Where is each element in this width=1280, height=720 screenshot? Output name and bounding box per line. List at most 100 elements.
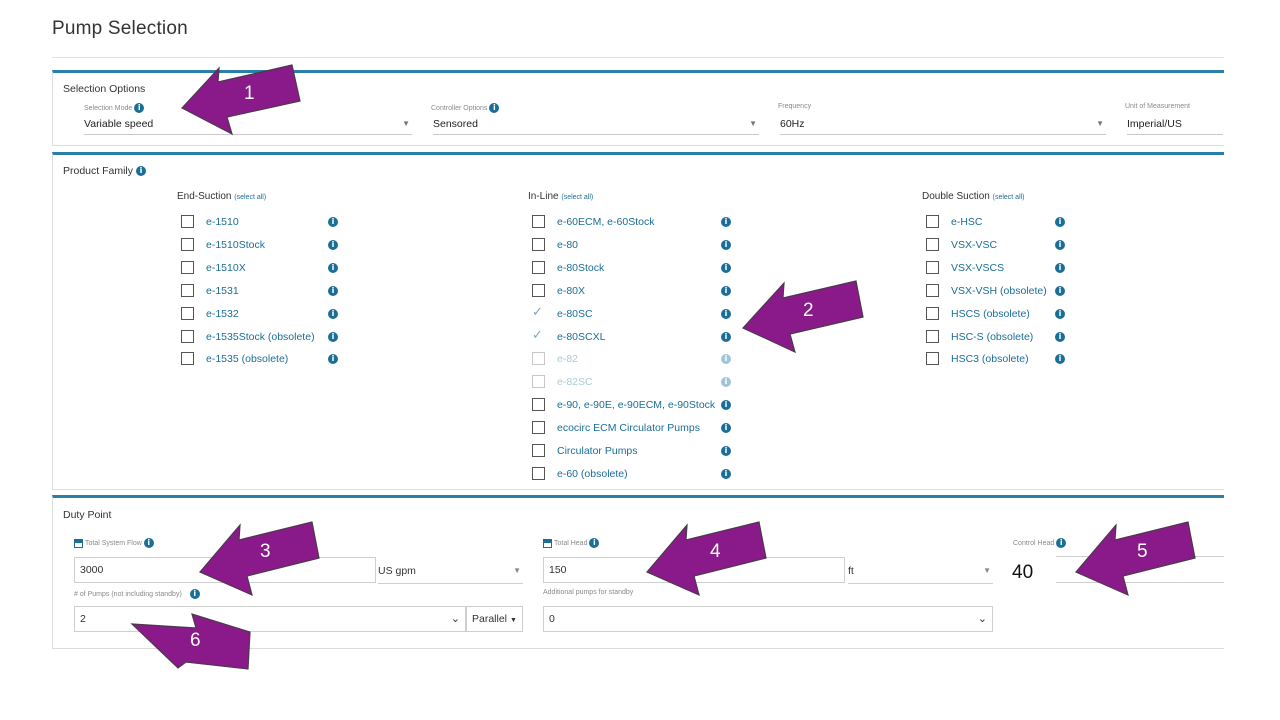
arrangement-select[interactable]: Parallel ▼: [466, 606, 523, 632]
standby-pumps-select[interactable]: 0 ⌄: [543, 606, 993, 632]
checkbox[interactable]: [181, 215, 194, 228]
calculator-icon[interactable]: [74, 538, 83, 548]
calculator-icon[interactable]: [543, 538, 552, 548]
checkmark-icon[interactable]: ✓: [532, 327, 546, 342]
product-option[interactable]: e-1535Stock (obsolete) i: [181, 329, 342, 345]
info-icon[interactable]: i: [721, 354, 731, 365]
product-option[interactable]: e-1531 i: [181, 283, 342, 299]
info-icon[interactable]: i: [1055, 217, 1065, 227]
product-option[interactable]: HSC3 (obsolete) i: [926, 351, 1069, 367]
checkbox[interactable]: [532, 398, 545, 412]
checkbox[interactable]: [181, 237, 194, 251]
page-title: Pump Selection: [52, 18, 188, 39]
checkbox[interactable]: [926, 329, 939, 343]
checkbox[interactable]: [926, 260, 939, 274]
checkbox[interactable]: [926, 215, 939, 228]
chevron-down-icon: ⌄: [977, 613, 987, 625]
product-option[interactable]: HSCS (obsolete) i: [926, 306, 1069, 322]
checkbox[interactable]: [926, 352, 939, 366]
info-icon[interactable]: i: [1056, 538, 1067, 548]
product-option-label: HSCS (obsolete): [951, 307, 1030, 320]
info-icon[interactable]: i: [1055, 308, 1065, 319]
info-icon[interactable]: i: [589, 538, 600, 548]
product-option[interactable]: e-1532 i: [181, 306, 342, 322]
checkbox[interactable]: [926, 283, 939, 297]
product-option[interactable]: Circulator Pumps i: [532, 443, 735, 459]
info-icon[interactable]: i: [721, 400, 731, 411]
end-suction-select-all-link[interactable]: (select all): [234, 194, 266, 201]
checkbox[interactable]: [926, 306, 939, 320]
info-icon[interactable]: i: [1055, 354, 1065, 365]
product-option[interactable]: e-HSC i: [926, 214, 1069, 230]
product-option[interactable]: VSX-VSCS i: [926, 260, 1069, 276]
product-option[interactable]: HSC-S (obsolete) i: [926, 329, 1069, 345]
product-option-label: e-80SC: [557, 307, 593, 320]
product-option-label: e-1535 (obsolete): [206, 353, 289, 366]
info-icon[interactable]: i: [135, 166, 146, 177]
info-icon[interactable]: i: [721, 331, 731, 342]
info-icon[interactable]: i: [1055, 331, 1065, 342]
checkbox[interactable]: [532, 421, 545, 435]
flow-unit-select[interactable]: US gpm ▼: [378, 558, 523, 584]
info-icon[interactable]: i: [328, 262, 338, 273]
product-option[interactable]: e-80Stock i: [532, 260, 735, 276]
info-icon[interactable]: i: [1055, 285, 1065, 296]
info-icon[interactable]: i: [721, 239, 731, 250]
info-icon[interactable]: i: [143, 538, 154, 548]
controller-options-label: Controller Options i: [431, 103, 500, 113]
checkbox[interactable]: [532, 466, 545, 480]
info-icon[interactable]: i: [721, 262, 731, 273]
info-icon[interactable]: i: [1055, 262, 1065, 273]
checkbox[interactable]: [532, 260, 545, 274]
product-option[interactable]: e-90, e-90E, e-90ECM, e-90Stock i: [532, 397, 735, 413]
info-icon[interactable]: i: [328, 285, 338, 296]
checkbox[interactable]: [181, 352, 194, 366]
info-icon[interactable]: i: [328, 239, 338, 250]
product-option[interactable]: e-60 (obsolete) i: [532, 466, 735, 482]
info-icon[interactable]: i: [721, 217, 731, 227]
info-icon[interactable]: i: [1055, 239, 1065, 250]
info-icon[interactable]: i: [328, 217, 338, 227]
checkbox[interactable]: [181, 329, 194, 343]
checkbox[interactable]: [181, 260, 194, 274]
product-option-label: VSX-VSH (obsolete): [951, 284, 1047, 297]
info-icon[interactable]: i: [134, 103, 145, 113]
annotation-label-5: 5: [1137, 541, 1148, 562]
product-option[interactable]: e-80 i: [532, 237, 735, 253]
product-option[interactable]: e-1510 i: [181, 214, 342, 230]
product-option[interactable]: ecocirc ECM Circulator Pumps i: [532, 420, 735, 436]
info-icon[interactable]: i: [721, 285, 731, 296]
checkbox[interactable]: [926, 237, 939, 251]
double-suction-select-all-link[interactable]: (select all): [993, 194, 1025, 201]
product-option[interactable]: VSX-VSH (obsolete) i: [926, 283, 1069, 299]
checkbox[interactable]: [532, 237, 545, 251]
frequency-select[interactable]: 60Hz ▼: [780, 115, 1106, 135]
product-option[interactable]: e-80X i: [532, 283, 735, 299]
product-option[interactable]: e-1535 (obsolete) i: [181, 351, 342, 367]
info-icon[interactable]: i: [721, 308, 731, 319]
controller-options-select[interactable]: Sensored ▼: [433, 115, 759, 135]
checkmark-icon[interactable]: ✓: [532, 304, 546, 319]
checkbox[interactable]: [532, 283, 545, 297]
info-icon[interactable]: i: [721, 468, 731, 479]
info-icon[interactable]: i: [489, 103, 500, 113]
info-icon[interactable]: i: [721, 423, 731, 434]
product-option[interactable]: e-60ECM, e-60Stock i: [532, 214, 735, 230]
info-icon[interactable]: i: [721, 377, 731, 388]
info-icon[interactable]: i: [328, 308, 338, 319]
product-option[interactable]: ✓ e-80SC i: [532, 304, 735, 322]
product-option[interactable]: e-1510Stock i: [181, 237, 342, 253]
in-line-select-all-link[interactable]: (select all): [561, 194, 593, 201]
head-unit-select[interactable]: ft ▼: [848, 558, 993, 584]
product-option[interactable]: e-1510X i: [181, 260, 342, 276]
info-icon[interactable]: i: [328, 331, 338, 342]
checkbox[interactable]: [532, 215, 545, 228]
info-icon[interactable]: i: [721, 446, 731, 456]
info-icon[interactable]: i: [328, 354, 338, 365]
checkbox[interactable]: [532, 444, 545, 457]
checkbox[interactable]: [181, 306, 194, 320]
product-option[interactable]: VSX-VSC i: [926, 237, 1069, 253]
product-option[interactable]: ✓ e-80SCXL i: [532, 327, 735, 345]
unit-of-measurement-select[interactable]: Imperial/US: [1127, 115, 1223, 135]
checkbox[interactable]: [181, 283, 194, 297]
